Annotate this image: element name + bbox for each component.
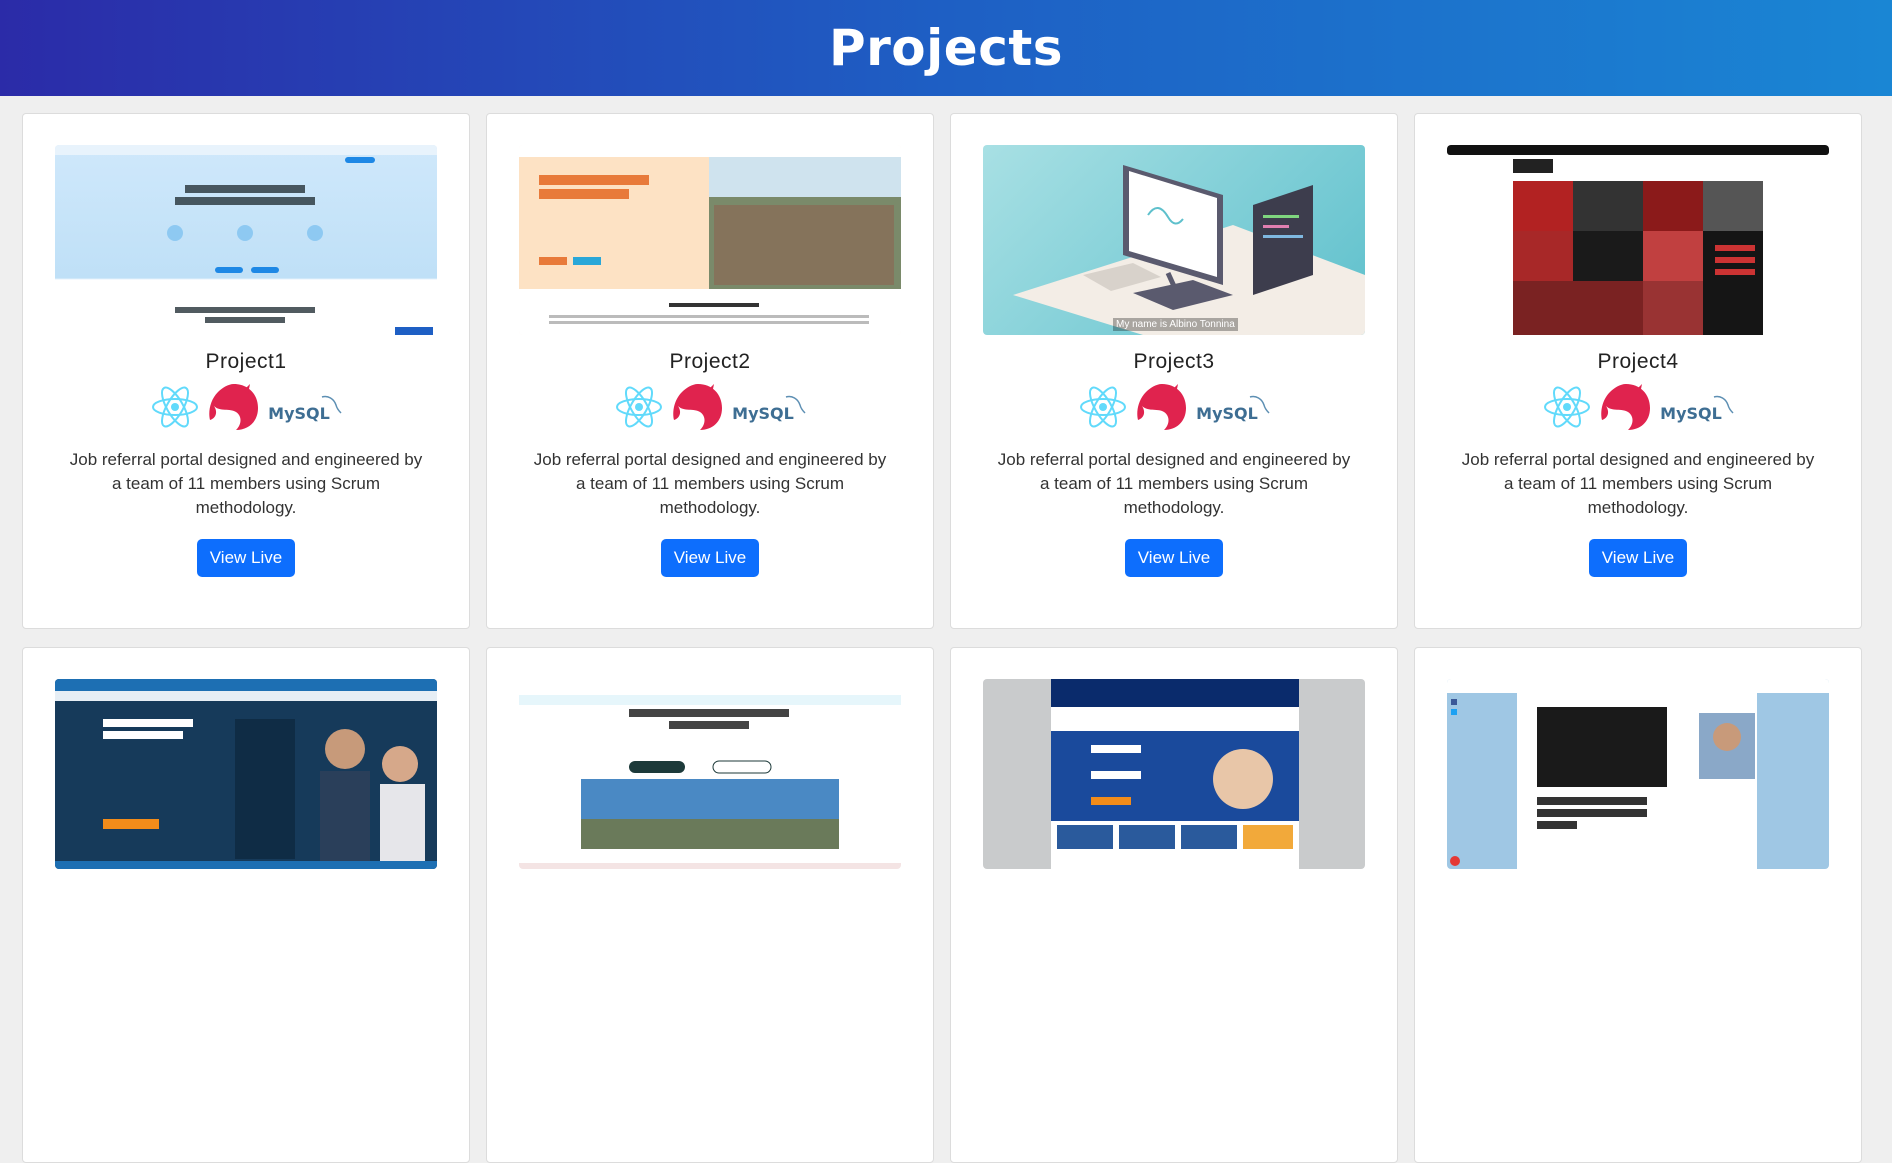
mysql-label: MySQL [1196, 403, 1258, 423]
tech-stack: MySQL [1542, 382, 1734, 436]
project-card [22, 647, 470, 1163]
react-icon [150, 385, 200, 434]
view-live-button[interactable]: View Live [1124, 539, 1224, 577]
project-card: Project2 MySQL Job referral portal desig… [486, 113, 934, 629]
nestjs-icon [1600, 382, 1652, 437]
react-icon [1542, 385, 1592, 434]
view-live-button[interactable]: View Live [1588, 539, 1688, 577]
project-description: Job referral portal designed and enginee… [533, 450, 887, 517]
view-live-button[interactable]: View Live [660, 539, 760, 577]
mysql-icon: MySQL [268, 395, 342, 423]
nestjs-icon [672, 382, 724, 437]
project-title: Project4 [1597, 350, 1679, 373]
project-screenshot [55, 145, 437, 335]
project-screenshot [1447, 145, 1829, 335]
mysql-icon: MySQL [732, 395, 806, 423]
project-card [950, 647, 1398, 1163]
project-card [486, 647, 934, 1163]
project-card: My name is Albino Tonnina Project3 MySQL… [950, 113, 1398, 629]
nestjs-icon [208, 382, 260, 437]
project-screenshot [519, 679, 901, 869]
thumbnail-caption: My name is Albino Tonnina [1113, 318, 1238, 331]
project-screenshot [983, 679, 1365, 869]
project-screenshot [519, 145, 901, 335]
projects-grid: Project1 MySQL Job referral portal desig… [22, 113, 1862, 1163]
project-card: Project1 MySQL Job referral portal desig… [22, 113, 470, 629]
react-icon [614, 385, 664, 434]
project-description: Job referral portal designed and enginee… [997, 450, 1351, 517]
project-screenshot: My name is Albino Tonnina [983, 145, 1365, 335]
project-title: Project1 [205, 350, 287, 373]
project-description: Job referral portal designed and enginee… [1461, 450, 1815, 517]
project-screenshot [55, 679, 437, 869]
page-title: Projects [828, 19, 1063, 77]
page-header: Projects [0, 0, 1892, 96]
project-card [1414, 647, 1862, 1163]
tech-stack: MySQL [614, 382, 806, 436]
project-card: Project4 MySQL Job referral portal desig… [1414, 113, 1862, 629]
mysql-label: MySQL [1660, 403, 1722, 423]
view-live-button[interactable]: View Live [196, 539, 296, 577]
mysql-label: MySQL [268, 403, 330, 423]
project-title: Project2 [669, 350, 751, 373]
project-screenshot [1447, 679, 1829, 869]
mysql-icon: MySQL [1196, 395, 1270, 423]
nestjs-icon [1136, 382, 1188, 437]
mysql-icon: MySQL [1660, 395, 1734, 423]
project-title: Project3 [1133, 350, 1215, 373]
mysql-label: MySQL [732, 403, 794, 423]
tech-stack: MySQL [1078, 382, 1270, 436]
tech-stack: MySQL [150, 382, 342, 436]
project-description: Job referral portal designed and enginee… [69, 450, 423, 517]
react-icon [1078, 385, 1128, 434]
